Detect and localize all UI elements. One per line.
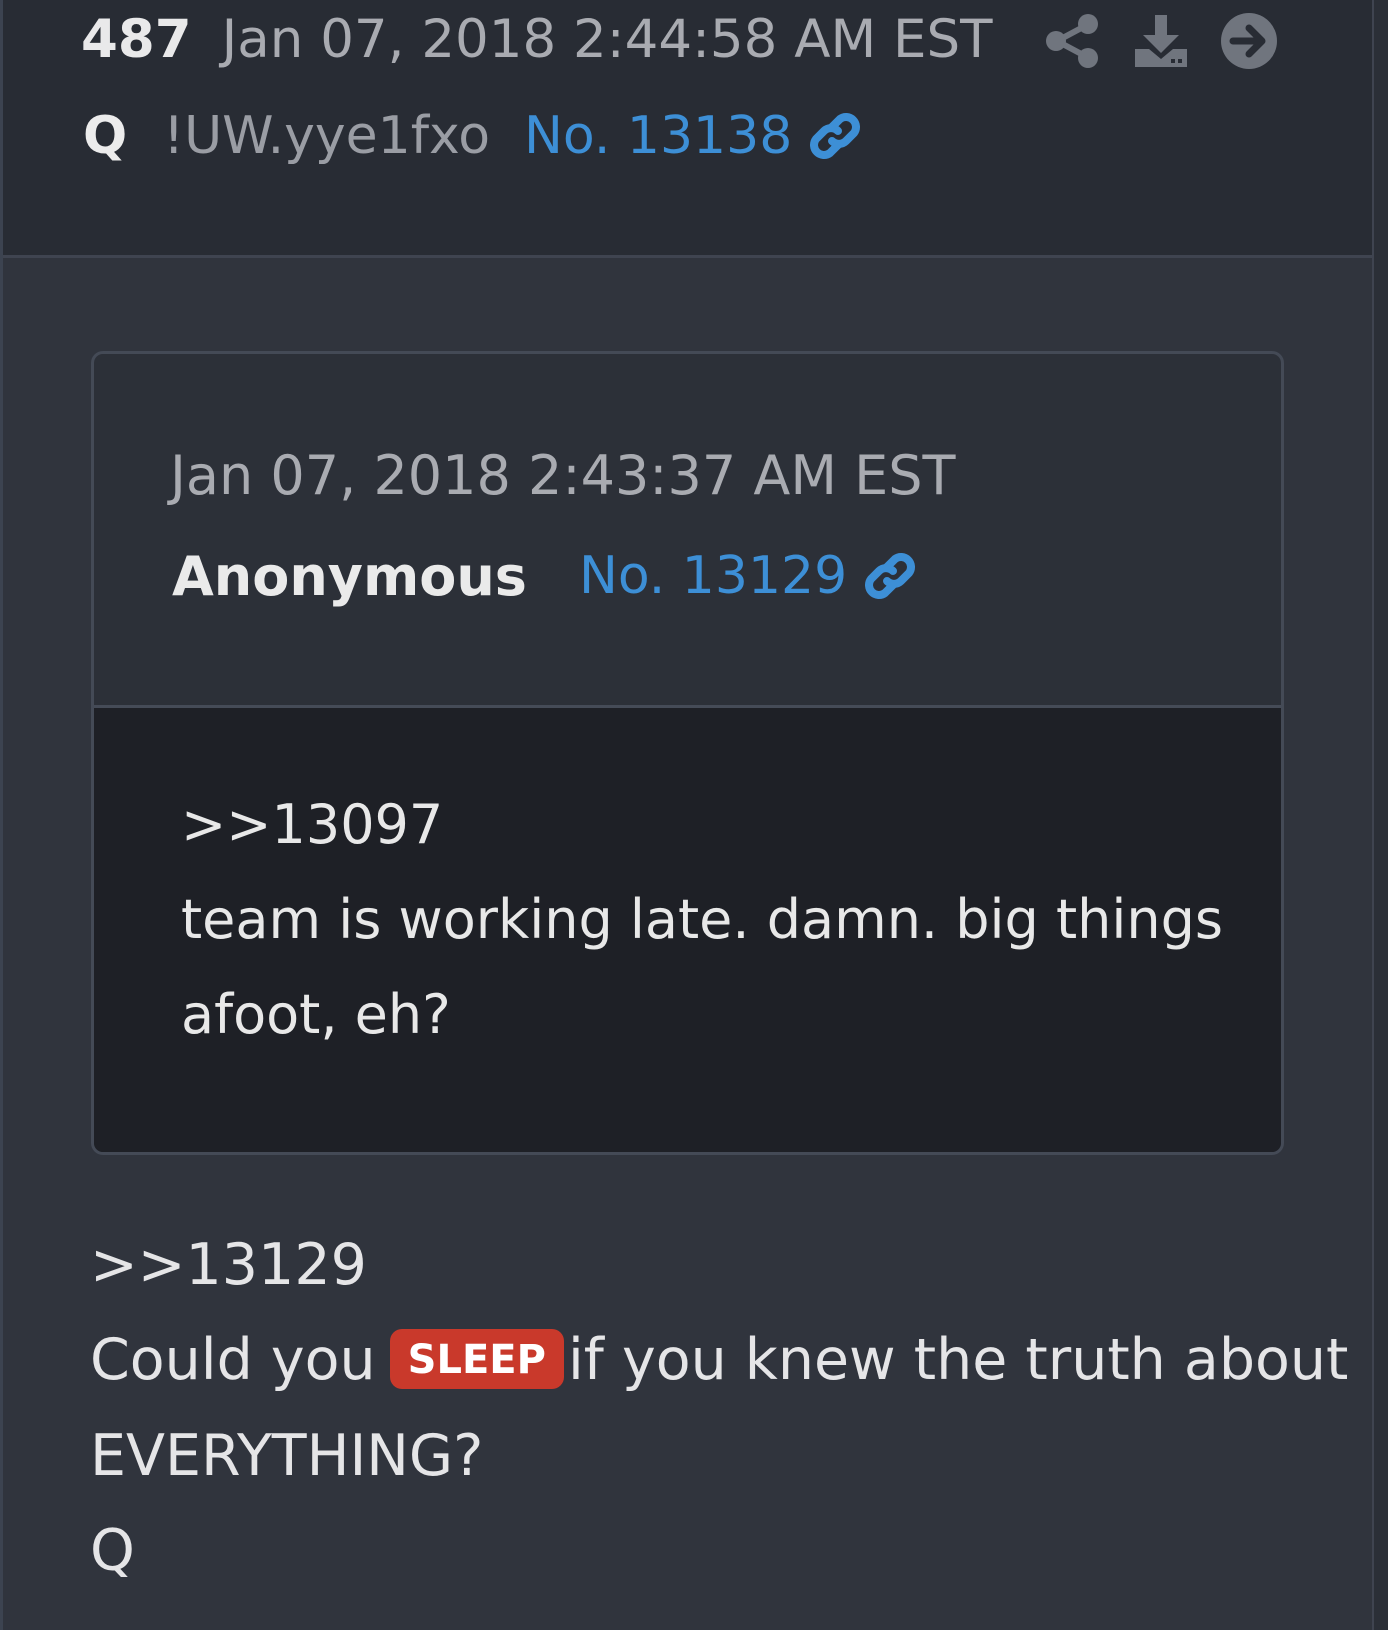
download-icon[interactable] [1131,11,1191,71]
post-author-row: Q !UW.yye1fxo No. 13138 [83,100,864,172]
post-date: Jan 07, 2018 2:44:58 AM EST [221,8,993,70]
body-text: if you knew the truth about [567,1327,1349,1393]
quoted-post: Jan 07, 2018 2:43:37 AM EST Anonymous No… [91,351,1284,1155]
quoted-post-number-link[interactable]: No. 13129 [579,546,847,606]
reply-ref-link[interactable]: >>13129 [90,1232,367,1298]
quoted-ref-link[interactable]: >>13097 [181,793,443,856]
quoted-author-name: Anonymous [172,544,527,608]
post-actions [1043,6,1307,76]
quoted-author-row: Anonymous No. 13129 [172,539,919,613]
quoted-post-date: Jan 07, 2018 2:43:37 AM EST [170,444,956,507]
arrow-right-icon[interactable] [1219,11,1279,71]
quoted-text-line: team is working late. damn. big things [181,888,1224,951]
post-header: 487 Jan 07, 2018 2:44:58 AM EST Q !UW.yy… [3,0,1372,258]
post-count: 487 [81,8,192,70]
sleep-badge: SLEEP [389,1329,564,1390]
post-meta-row: 487 Jan 07, 2018 2:44:58 AM EST [81,4,993,74]
body-text: Could you [90,1327,376,1393]
post-page: 487 Jan 07, 2018 2:44:58 AM EST Q !UW.yy… [0,0,1388,1630]
scrollbar-track[interactable] [1372,0,1388,1630]
link-icon[interactable] [806,107,864,165]
body-line: EVERYTHING? [90,1423,484,1489]
tripcode: !UW.yye1fxo [163,106,491,166]
signature: Q [90,1518,135,1584]
quoted-text-line: afoot, eh? [181,983,451,1046]
share-icon[interactable] [1043,11,1103,71]
post-number-link[interactable]: No. 13138 [524,106,792,166]
quoted-post-header: Jan 07, 2018 2:43:37 AM EST Anonymous No… [94,354,1281,708]
quoted-post-body: >>13097 team is working late. damn. big … [94,708,1281,1152]
author-name: Q [83,106,128,166]
link-icon[interactable] [861,547,919,605]
body-line: Could you SLEEP if you knew the truth abou… [90,1327,1348,1393]
